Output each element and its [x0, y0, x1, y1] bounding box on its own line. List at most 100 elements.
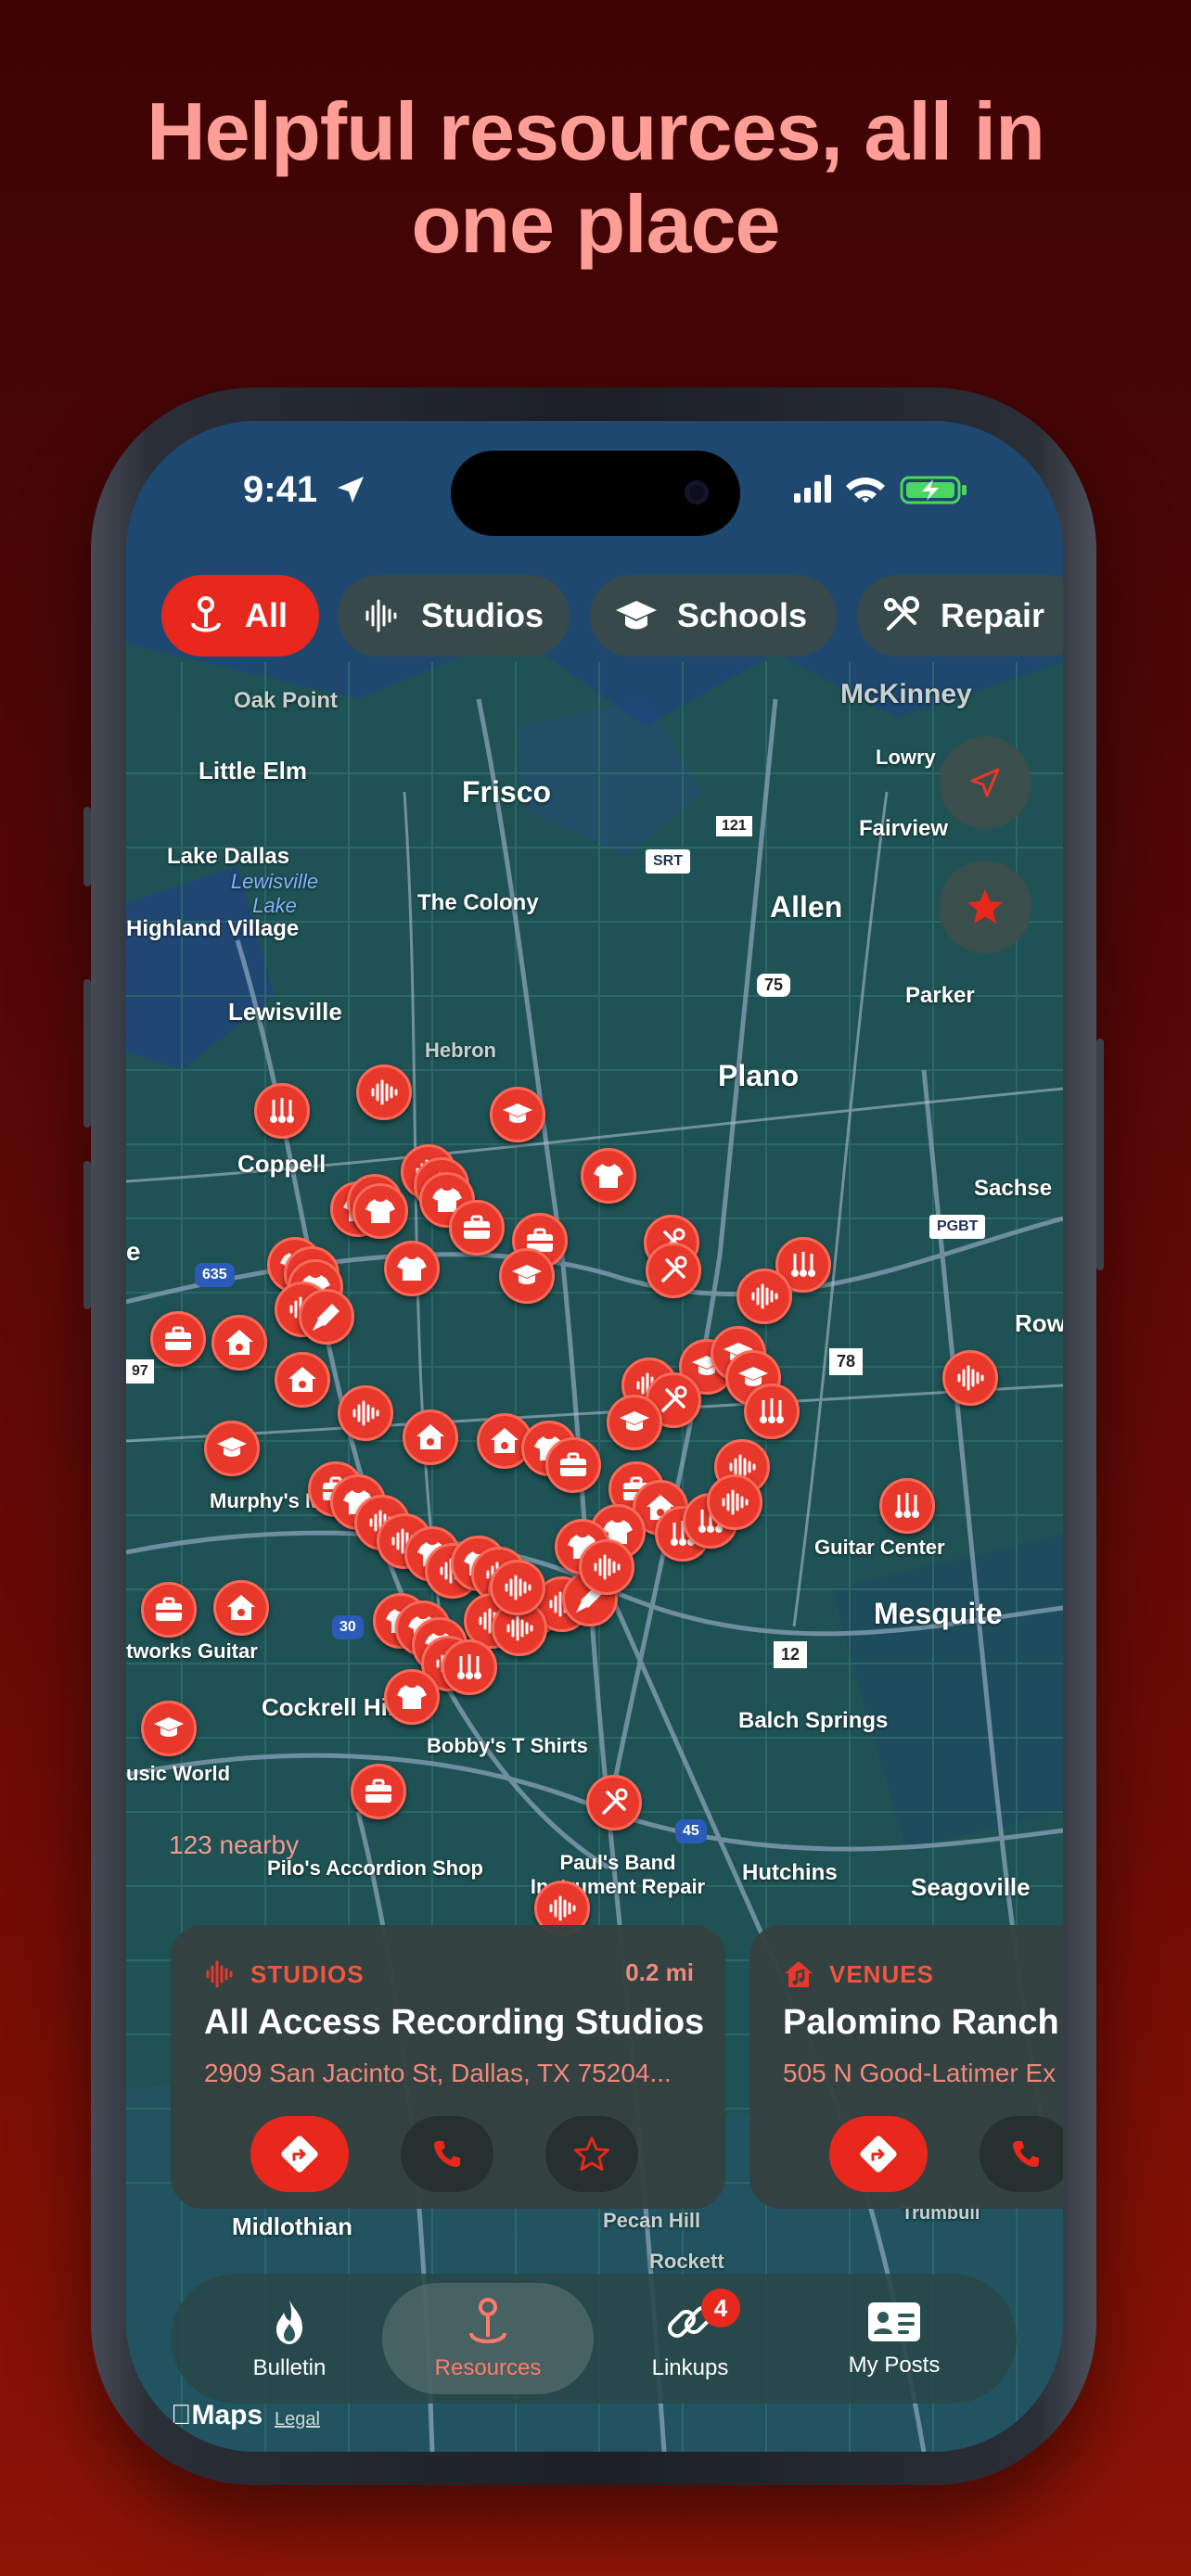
map-pin[interactable] [646, 1243, 701, 1298]
tab-linkups[interactable]: Linkups 4 [584, 2283, 796, 2394]
highway-shield: 12 [774, 1641, 808, 1668]
map-pin[interactable] [254, 1083, 310, 1139]
house-icon [288, 1367, 316, 1392]
map-label: The Colony [417, 890, 539, 915]
call-button[interactable] [401, 2116, 493, 2192]
guitars-icon [895, 1493, 919, 1518]
filter-chip-repair[interactable]: Repair [857, 575, 1063, 657]
card-category-label: VENUES [829, 1959, 934, 1988]
mic-icon [313, 1304, 339, 1331]
map-pin[interactable] [707, 1474, 762, 1530]
map-pin[interactable] [736, 1269, 792, 1324]
map-pin[interactable] [581, 1148, 636, 1204]
highway-shield: 97 [126, 1359, 154, 1384]
filter-chip-all[interactable]: All [161, 575, 319, 657]
map-pin[interactable] [942, 1350, 998, 1406]
card-distance: 0.2 mi [625, 1958, 694, 1986]
map-label: Lake Dallas [167, 844, 290, 869]
map-pin[interactable] [384, 1241, 440, 1296]
map-label: Frisco [462, 775, 552, 809]
status-time: 9:41 [243, 469, 318, 510]
case-icon [464, 1215, 490, 1239]
notification-badge: 4 [701, 2289, 740, 2327]
cap-icon [217, 1437, 247, 1457]
map-pin[interactable] [442, 1639, 497, 1695]
card-title: All Access Recording Studios [204, 2003, 705, 2042]
map-label: Pilo's Accordion Shop [267, 1856, 483, 1880]
wave-icon [352, 1400, 379, 1426]
map-pin[interactable] [141, 1701, 197, 1756]
tab-label: Bulletin [252, 2355, 327, 2380]
favorites-button[interactable] [939, 861, 1031, 953]
resource-card[interactable]: STUDIOS 0.2 mi All Access Recording Stud… [171, 1925, 725, 2209]
case-icon [165, 1326, 191, 1350]
recenter-button[interactable] [939, 736, 1031, 829]
tools-icon [661, 1256, 687, 1282]
map-pin[interactable] [211, 1315, 267, 1371]
map-pin[interactable] [356, 1065, 412, 1120]
phone-icon [434, 2141, 460, 2167]
map-pin[interactable] [607, 1395, 662, 1450]
pin-icon [469, 2298, 506, 2343]
case-icon [156, 1597, 182, 1621]
phone-volume-down [83, 1161, 91, 1309]
map-pin[interactable] [299, 1289, 354, 1345]
map-pin[interactable] [449, 1200, 505, 1256]
shirt-icon [594, 1164, 623, 1188]
map-pin[interactable] [384, 1669, 440, 1725]
shirt-icon [397, 1256, 427, 1281]
tab-bulletin[interactable]: Bulletin [184, 2283, 395, 2394]
resource-card[interactable]: VENUES Palomino Ranch 505 N Good-Latimer… [749, 1925, 1063, 2209]
tab-my-posts[interactable]: My Posts [788, 2283, 1000, 2394]
guitars-icon [791, 1252, 815, 1277]
map-pin[interactable] [150, 1311, 206, 1367]
tools-icon [884, 596, 919, 631]
map-pin[interactable] [275, 1352, 330, 1408]
call-button[interactable] [980, 2116, 1063, 2192]
map-pin[interactable] [403, 1409, 458, 1465]
filter-chip-schools[interactable]: Schools [590, 575, 837, 657]
directions-button[interactable] [829, 2116, 928, 2192]
map-pin[interactable] [141, 1582, 197, 1638]
pin-icon [191, 596, 221, 632]
directions-button[interactable] [250, 2116, 349, 2192]
map-pin[interactable] [213, 1580, 269, 1636]
map-pin[interactable] [351, 1764, 406, 1819]
map-label: Coppell [237, 1150, 327, 1178]
directions-icon [281, 2136, 318, 2173]
map-pin[interactable] [579, 1539, 634, 1595]
wave-icon [549, 1895, 576, 1921]
highway-shield: 30 [332, 1615, 364, 1639]
headline-line-2: one place [411, 178, 781, 270]
highway-shield: PGBT [929, 1215, 986, 1239]
apple-logo-icon:  [171, 2400, 192, 2430]
tab-resources[interactable]: Resources [382, 2283, 594, 2394]
map-pin[interactable] [586, 1775, 642, 1830]
map-pin[interactable] [499, 1248, 555, 1304]
map-pin[interactable] [744, 1384, 800, 1439]
map-label: Sachse [974, 1176, 1053, 1201]
maps-attribution: Maps [171, 2400, 263, 2431]
map-label: Rockett [649, 2250, 724, 2273]
favorite-button[interactable] [545, 2116, 638, 2192]
house-music-icon [785, 1961, 813, 1987]
map-pin[interactable] [879, 1478, 935, 1534]
map-label: e [126, 1237, 141, 1266]
map-pin[interactable] [204, 1421, 260, 1476]
map-pin[interactable] [490, 1087, 545, 1142]
map-pin[interactable] [490, 1560, 545, 1615]
front-camera [685, 480, 709, 504]
wave-icon [751, 1283, 778, 1309]
headline: Helpful resources, all in one place [0, 85, 1191, 271]
filter-chip-all-label: All [245, 596, 288, 634]
headline-line-1: Helpful resources, all in [147, 85, 1045, 177]
case-icon [365, 1779, 391, 1803]
map-pin[interactable] [338, 1385, 393, 1441]
legal-link[interactable]: Legal [275, 2409, 320, 2430]
house-icon [225, 1330, 253, 1355]
filter-chip-studios[interactable]: Studios [338, 575, 570, 657]
map-pin[interactable] [545, 1437, 601, 1493]
tab-label: Resources [434, 2355, 542, 2380]
filter-chip-repair-label: Repair [941, 596, 1045, 634]
map-pin[interactable] [352, 1183, 408, 1239]
